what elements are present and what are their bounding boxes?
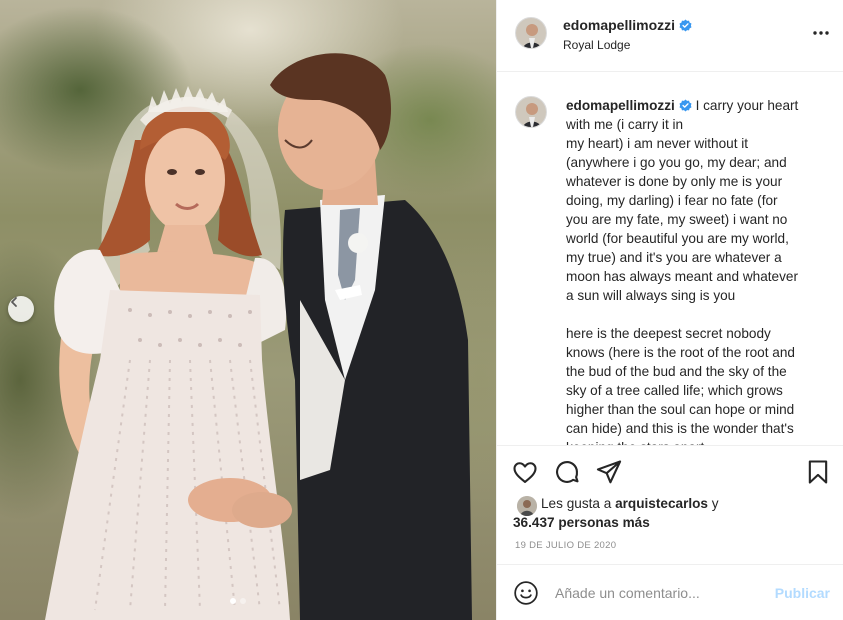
verified-badge-icon [679, 99, 692, 112]
avatar[interactable] [515, 17, 547, 49]
save-button[interactable] [804, 458, 832, 486]
likes-count[interactable]: 36.437 personas más [513, 513, 650, 532]
post-header: edomapellimozzi Royal Lodge [497, 0, 843, 72]
caption-section: edomapellimozzi I carry your heart with … [497, 72, 843, 446]
post-photo [0, 0, 496, 620]
heart-icon [513, 462, 537, 483]
post-date[interactable]: 19 de julio de 2020 [515, 540, 616, 551]
username-text[interactable]: edomapellimozzi [563, 17, 675, 33]
verified-badge-icon [679, 19, 692, 32]
publish-button[interactable]: Publicar [775, 585, 830, 601]
post-side-panel: edomapellimozzi Royal Lodge edomapellimo… [496, 0, 843, 620]
comment-button[interactable] [553, 458, 581, 486]
avatar-image [516, 97, 546, 127]
post-caption: edomapellimozzi I carry your heart with … [566, 96, 822, 445]
carousel-dot [240, 598, 246, 604]
carousel-prev-button[interactable] [8, 296, 34, 322]
comment-icon [556, 461, 579, 483]
likes-prefix: Les gusta a [541, 496, 616, 511]
bookmark-icon [808, 460, 828, 484]
liker-username[interactable]: arquistecarlos [615, 496, 708, 511]
post-username[interactable]: edomapellimozzi [563, 17, 692, 33]
post-action-bar [497, 456, 843, 490]
like-button[interactable] [511, 458, 539, 486]
likes-suffix: y [708, 496, 719, 511]
emoji-icon [514, 581, 538, 605]
emoji-button[interactable] [513, 580, 539, 606]
likes-line: Les gusta a arquistecarlos y [541, 494, 719, 513]
avatar-image [516, 18, 546, 48]
more-options-button[interactable] [812, 24, 830, 42]
share-button[interactable] [595, 458, 623, 486]
share-icon [596, 460, 622, 484]
carousel-dot-active [230, 598, 236, 604]
carousel-indicator [230, 598, 246, 604]
caption-avatar[interactable] [515, 96, 547, 128]
wedding-photo-illustration [45, 53, 472, 620]
comment-bar: Publicar [497, 564, 843, 620]
caption-text: I carry your heart with me (i carry it i… [566, 98, 799, 445]
post-location[interactable]: Royal Lodge [563, 38, 630, 52]
chevron-left-icon [11, 297, 17, 307]
more-icon [813, 31, 829, 35]
caption-username[interactable]: edomapellimozzi [566, 98, 675, 113]
comment-input[interactable] [555, 581, 755, 605]
